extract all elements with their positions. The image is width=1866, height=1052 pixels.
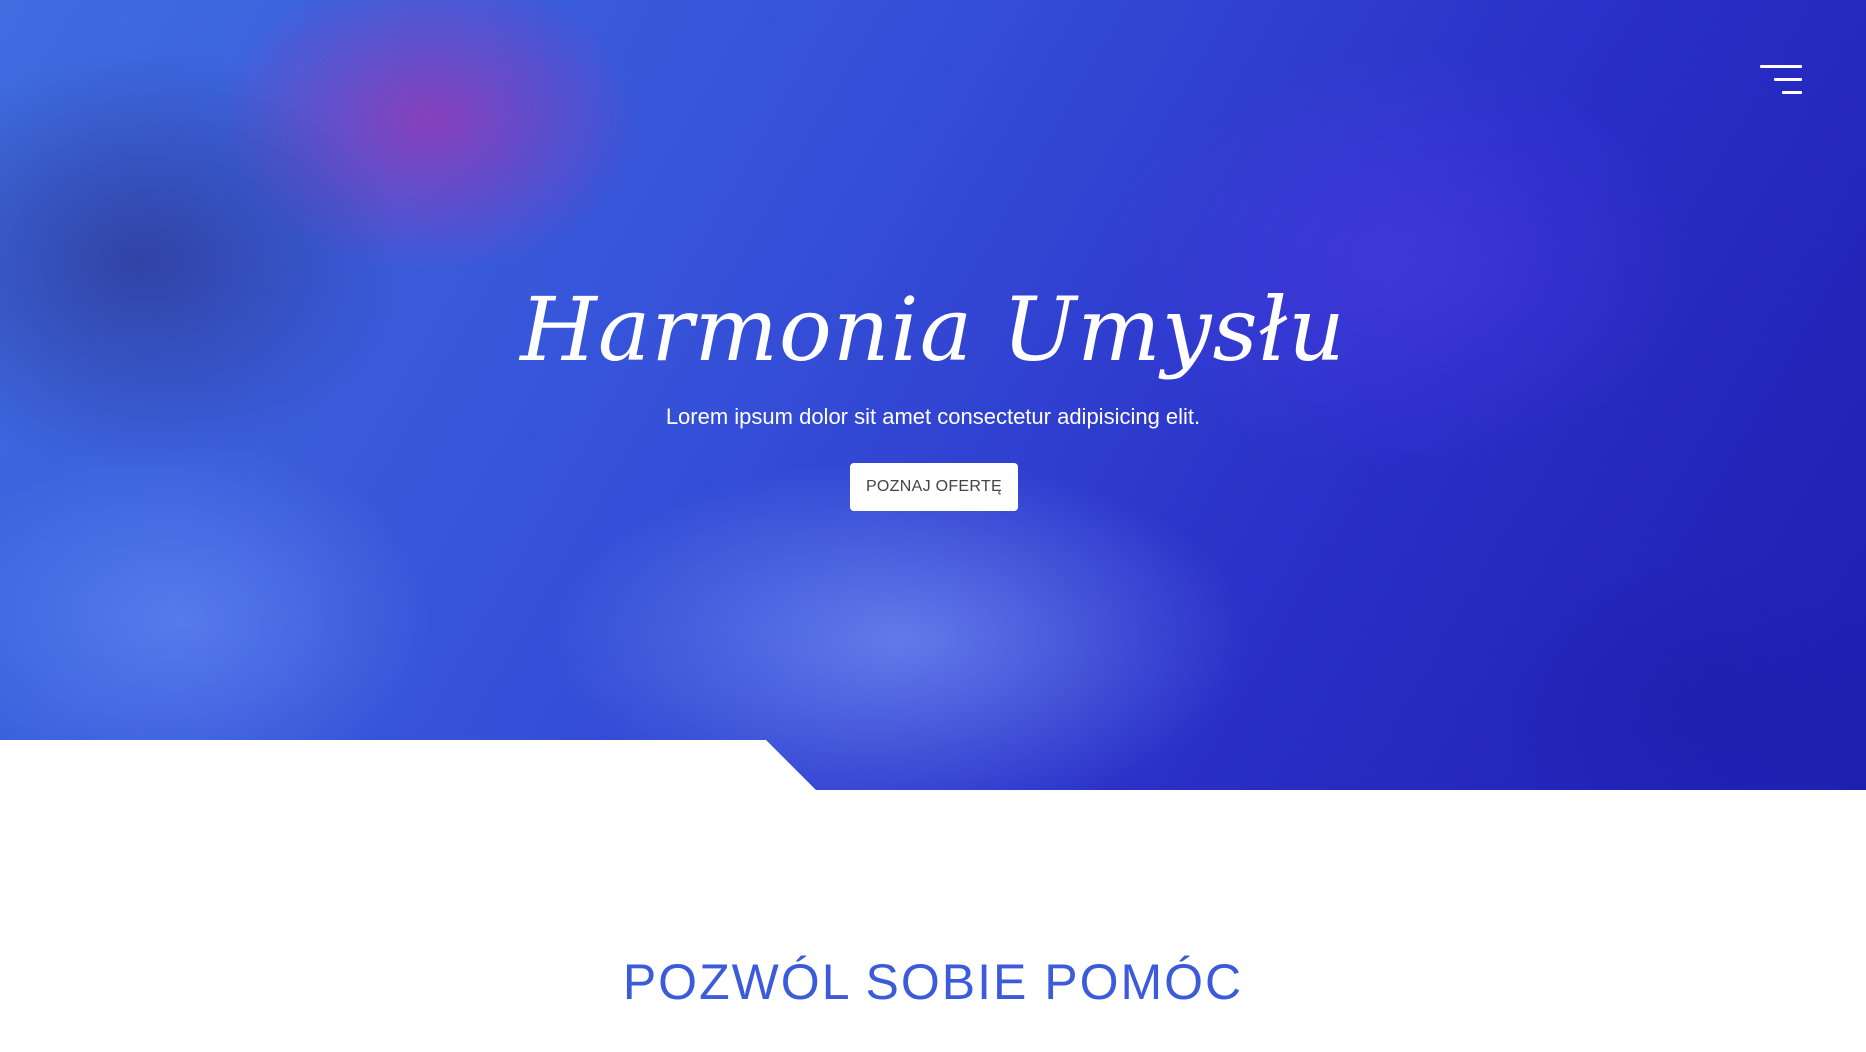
- offer-button[interactable]: POZNAJ OFERTĘ: [850, 463, 1018, 511]
- hero-title: Harmonia Umysłu: [520, 278, 1346, 381]
- hero-section: Harmonia Umysłu Lorem ipsum dolor sit am…: [0, 0, 1866, 790]
- hamburger-menu-icon[interactable]: [1760, 62, 1806, 98]
- page: Harmonia Umysłu Lorem ipsum dolor sit am…: [0, 0, 1866, 1052]
- menu-bar-top: [1760, 65, 1802, 68]
- menu-bar-middle: [1774, 78, 1802, 81]
- section-title: POZWÓL SOBIE POMÓC: [622, 954, 1244, 1010]
- hero-subtitle: Lorem ipsum dolor sit amet consectetur a…: [665, 404, 1201, 429]
- hero-bottom-cut-shape: [0, 740, 816, 790]
- menu-bar-bottom: [1782, 91, 1802, 94]
